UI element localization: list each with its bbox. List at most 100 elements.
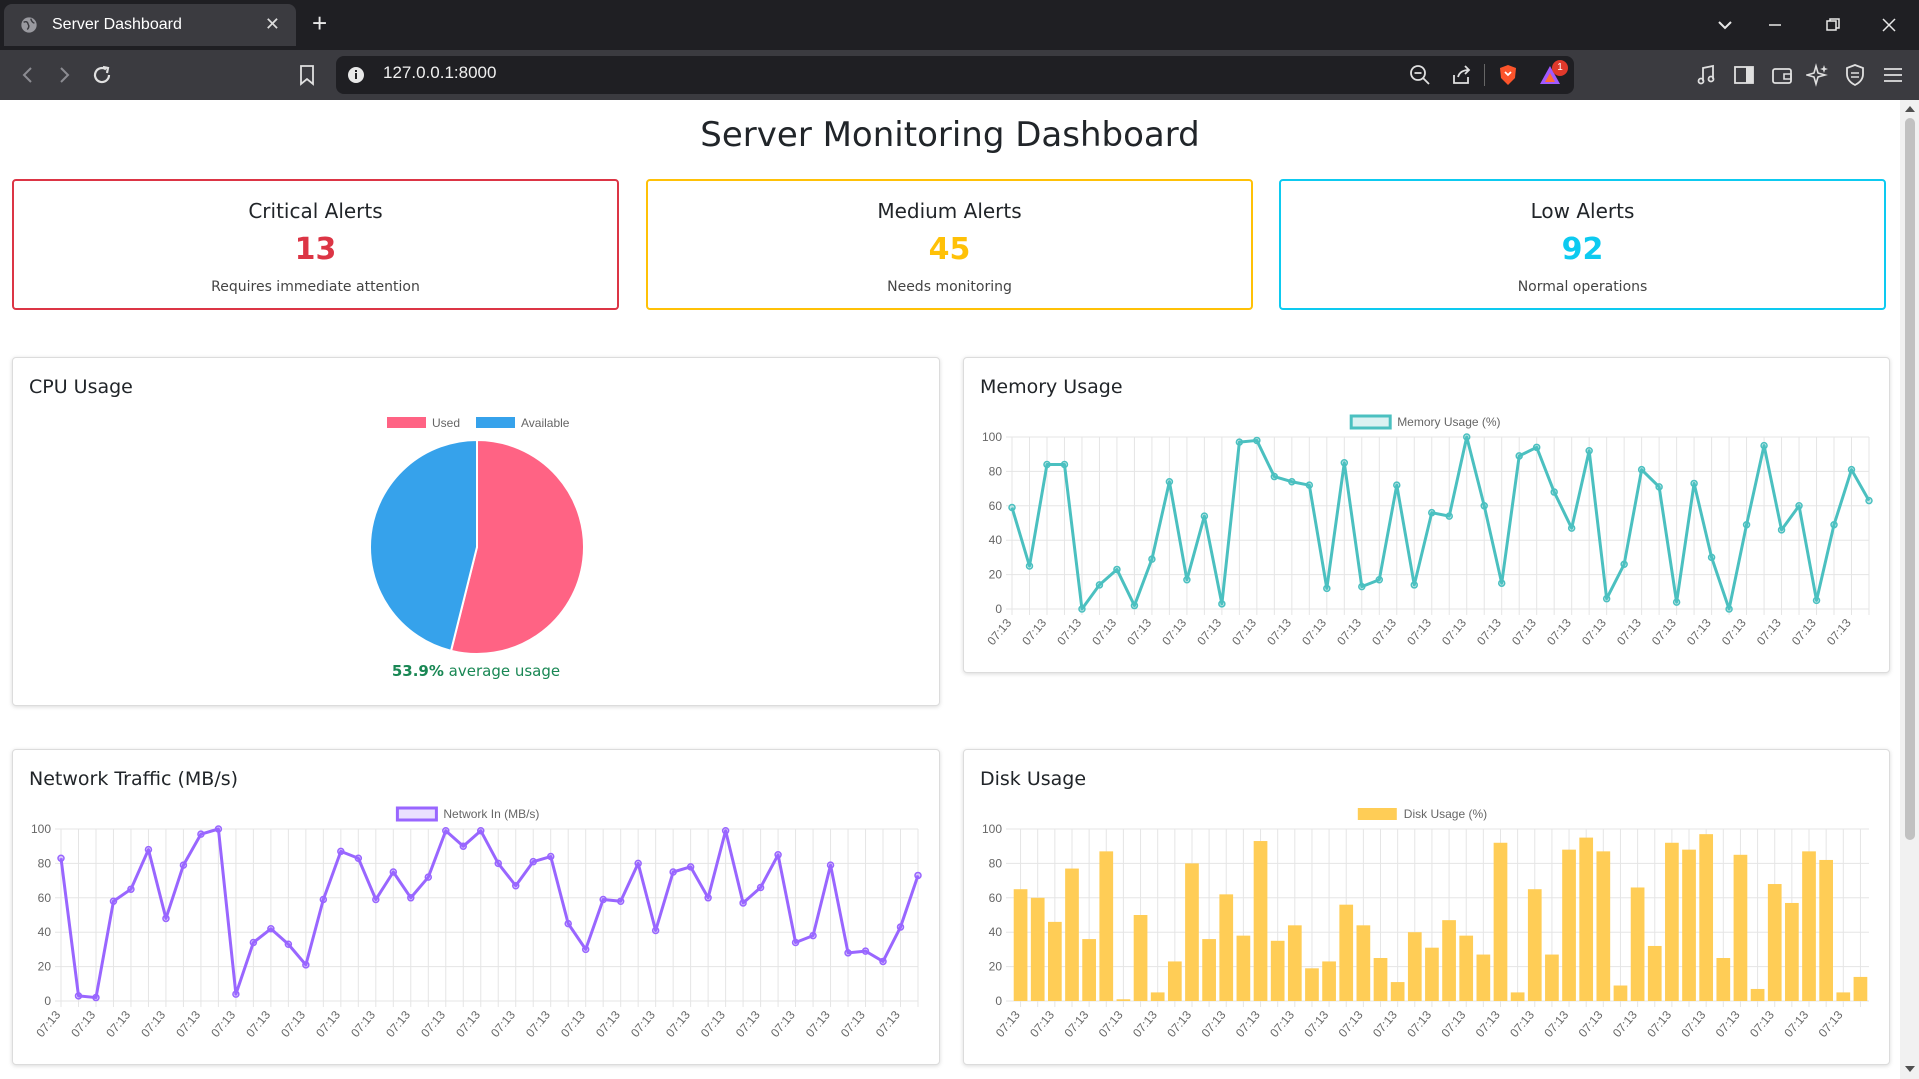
y-tick-label: 80 xyxy=(38,856,52,870)
x-tick-label: 07:13 xyxy=(628,1008,658,1040)
bar xyxy=(1527,889,1542,1001)
x-tick-label: 07:13 xyxy=(1124,616,1154,648)
data-point xyxy=(1690,479,1698,488)
tab-title: Server Dashboard xyxy=(52,16,182,33)
bar xyxy=(1305,968,1319,1001)
data-point xyxy=(1847,465,1856,474)
bar xyxy=(1750,988,1765,1001)
x-tick-label: 07:13 xyxy=(1816,1008,1846,1040)
data-point xyxy=(494,859,502,868)
bar xyxy=(1407,932,1422,1001)
data-point xyxy=(232,990,240,998)
alert-title: Critical Alerts xyxy=(248,199,383,223)
bar xyxy=(1356,925,1371,1001)
scrollbar-thumb[interactable] xyxy=(1905,118,1915,840)
bookmark-icon[interactable] xyxy=(295,63,319,87)
tab-close-icon[interactable]: ✕ xyxy=(265,14,280,35)
data-point xyxy=(1795,502,1803,510)
data-point xyxy=(1218,600,1226,608)
back-icon[interactable] xyxy=(16,63,40,87)
legend-label: Disk Usage (%) xyxy=(1404,807,1487,821)
bar xyxy=(1630,887,1645,1001)
scroll-up-icon[interactable] xyxy=(1904,104,1916,114)
disk-bar-chart: Disk Usage (%)02040608010007:13 07:13 07:1… xyxy=(982,807,1869,1040)
x-tick-label: 07:13 xyxy=(418,1008,448,1040)
data-point xyxy=(616,897,625,905)
data-point xyxy=(1515,452,1523,460)
data-point xyxy=(424,873,433,881)
restore-icon[interactable] xyxy=(1824,16,1842,34)
data-point xyxy=(1165,477,1174,486)
data-point xyxy=(1393,481,1401,489)
music-icon[interactable] xyxy=(1694,63,1718,87)
legend-swatch xyxy=(387,417,426,428)
data-point xyxy=(564,919,572,928)
data-point xyxy=(1183,576,1191,584)
data-point xyxy=(1060,460,1069,469)
x-tick-label: 07:13 xyxy=(1713,1008,1743,1040)
new-tab-icon[interactable]: + xyxy=(312,8,327,39)
data-point xyxy=(1410,581,1419,589)
minimize-icon[interactable] xyxy=(1766,16,1784,34)
bar xyxy=(1150,992,1165,1001)
tab-list-chevron-icon[interactable] xyxy=(1716,16,1734,34)
share-icon[interactable] xyxy=(1450,63,1474,87)
data-point xyxy=(1620,560,1628,569)
leo-ai-icon[interactable] xyxy=(1806,63,1830,87)
bar xyxy=(1819,859,1834,1001)
legend-label: Network In (MB/s) xyxy=(443,807,539,821)
bar xyxy=(1287,925,1302,1001)
brave-shield-icon[interactable] xyxy=(1496,63,1520,87)
x-tick-label: 07:13 xyxy=(593,1008,623,1040)
site-info-icon[interactable] xyxy=(346,65,366,85)
browser-tab[interactable]: Server Dashboard ✕ xyxy=(4,4,296,46)
data-point xyxy=(1812,596,1821,605)
x-tick-label: 07:13 xyxy=(1369,616,1399,648)
data-point xyxy=(669,868,677,876)
bar xyxy=(1253,841,1268,1001)
vpn-shield-icon[interactable] xyxy=(1843,63,1867,87)
bar xyxy=(1545,954,1559,1001)
legend-swatch xyxy=(1349,414,1392,430)
x-tick-label: 07:13 xyxy=(663,1008,693,1040)
bar xyxy=(1853,976,1868,1001)
x-tick-label: 07:13 xyxy=(243,1008,273,1040)
bar xyxy=(1390,982,1405,1001)
alert-subtitle: Requires immediate attention xyxy=(211,279,420,295)
x-tick-label: 07:13 xyxy=(1404,1008,1434,1040)
data-point xyxy=(197,830,205,838)
data-point xyxy=(1445,512,1453,520)
data-point xyxy=(791,938,800,947)
x-tick-label: 07:13 xyxy=(313,1008,343,1040)
bar xyxy=(1716,958,1731,1001)
y-tick-label: 60 xyxy=(989,891,1003,905)
menu-icon[interactable] xyxy=(1881,63,1905,87)
critical-alerts-card: Critical Alerts 13 Requires immediate at… xyxy=(12,179,619,310)
data-point xyxy=(1358,582,1366,591)
url-text[interactable]: 127.0.0.1:8000 xyxy=(383,63,496,83)
address-bar[interactable] xyxy=(336,56,1574,94)
data-point xyxy=(826,861,835,869)
data-point xyxy=(1148,555,1156,563)
x-tick-label: 07:13 xyxy=(173,1008,203,1040)
data-point xyxy=(1707,553,1716,562)
bar xyxy=(1099,851,1114,1001)
x-tick-label: 07:13 xyxy=(1474,616,1504,648)
data-point xyxy=(319,895,328,904)
reload-icon[interactable] xyxy=(90,63,114,87)
scroll-down-icon[interactable] xyxy=(1904,1064,1916,1074)
bar xyxy=(1425,947,1439,1001)
y-tick-label: 0 xyxy=(44,994,51,1008)
forward-icon[interactable] xyxy=(52,63,76,87)
wallet-icon[interactable] xyxy=(1770,63,1794,87)
zoom-out-icon[interactable] xyxy=(1408,63,1432,87)
x-tick-label: 07:13 xyxy=(208,1008,238,1040)
medium-alerts-card: Medium Alerts 45 Needs monitoring xyxy=(646,179,1253,310)
sidebar-icon[interactable] xyxy=(1732,63,1756,87)
close-window-icon[interactable] xyxy=(1880,16,1898,34)
x-tick-label: 07:13 xyxy=(383,1008,413,1040)
data-point xyxy=(1655,483,1663,491)
data-point xyxy=(529,857,537,866)
x-tick-label: 07:13 xyxy=(1019,616,1049,648)
data-point xyxy=(1025,562,1034,570)
